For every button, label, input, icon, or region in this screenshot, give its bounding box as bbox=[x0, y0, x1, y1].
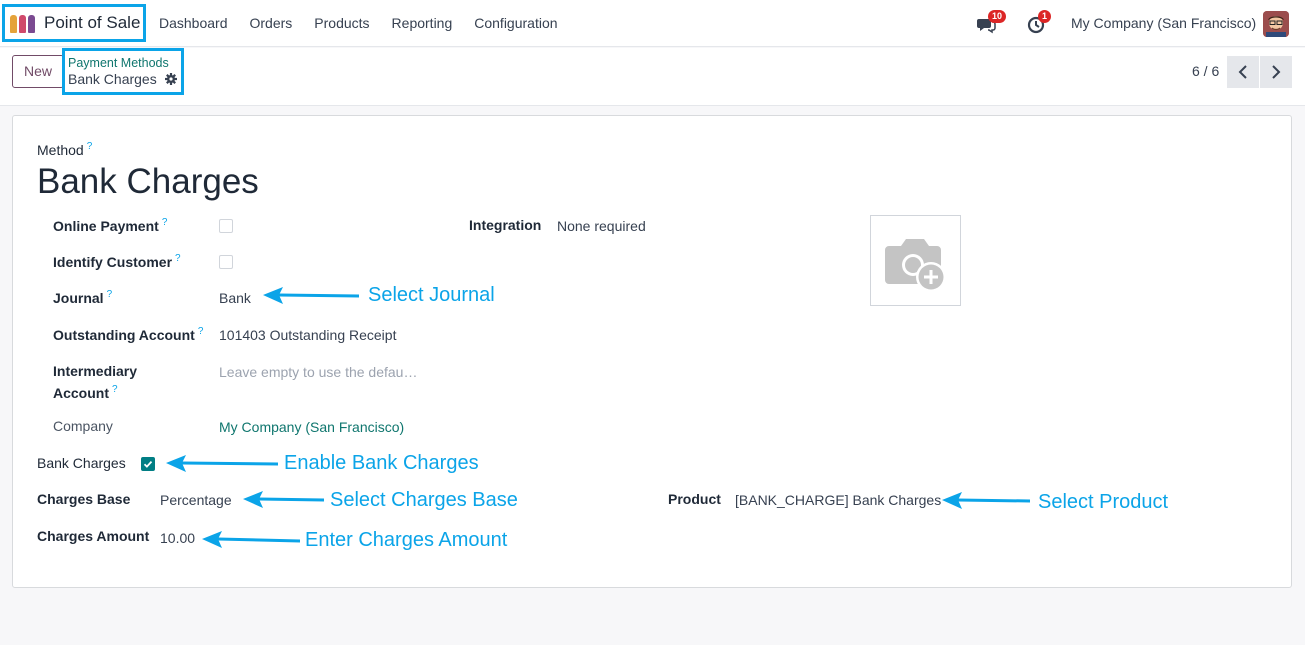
intermediary-account-label-line1: Intermediary bbox=[53, 363, 138, 379]
outstanding-account-field[interactable]: 101403 Outstanding Receipt bbox=[219, 327, 399, 343]
new-button[interactable]: New bbox=[12, 55, 64, 88]
activities-badge: 1 bbox=[1038, 10, 1052, 23]
menu-products[interactable]: Products bbox=[314, 15, 369, 31]
check-icon bbox=[143, 460, 153, 468]
messages-button[interactable]: 10 bbox=[976, 10, 1010, 38]
journal-field[interactable]: Bank bbox=[219, 290, 251, 306]
user-avatar[interactable] bbox=[1263, 11, 1289, 37]
pager-value[interactable]: 6 / 6 bbox=[1192, 63, 1219, 79]
chevron-left-icon bbox=[1238, 65, 1247, 79]
app-title: Point of Sale bbox=[44, 13, 141, 32]
company-field[interactable]: My Company (San Francisco) bbox=[219, 419, 404, 435]
menu-reporting[interactable]: Reporting bbox=[392, 15, 453, 31]
company-label: Company bbox=[53, 418, 113, 434]
app-brand[interactable]: Point of Sale bbox=[2, 4, 146, 42]
menu-orders[interactable]: Orders bbox=[250, 15, 293, 31]
annotation-enter-charges-amount: Enter Charges Amount bbox=[305, 529, 508, 551]
control-panel: New Payment Methods Bank Charges 6 / 6 bbox=[0, 48, 1305, 106]
annotation-select-journal: Select Journal bbox=[368, 284, 495, 306]
menu-dashboard[interactable]: Dashboard bbox=[159, 15, 228, 31]
charges-amount-label: Charges Amount bbox=[37, 528, 150, 544]
integration-value: None required bbox=[557, 218, 646, 234]
identify-customer-label: Identify Customer? bbox=[53, 253, 181, 270]
arrow-charges-amount bbox=[202, 531, 300, 548]
top-navbar: Point of Sale Dashboard Orders Products … bbox=[0, 0, 1305, 47]
main-menu: Dashboard Orders Products Reporting Conf… bbox=[159, 15, 580, 31]
method-name-field[interactable]: Bank Charges bbox=[37, 162, 259, 202]
image-upload-field[interactable] bbox=[870, 215, 961, 306]
annotation-enable-bank-charges: Enable Bank Charges bbox=[284, 452, 479, 474]
pos-app-icon bbox=[10, 13, 36, 33]
outstanding-account-label: Outstanding Account? bbox=[53, 326, 204, 343]
online-payment-checkbox[interactable] bbox=[219, 219, 233, 233]
arrow-charges-base bbox=[243, 491, 324, 508]
product-field[interactable]: [BANK_CHARGE] Bank Charges bbox=[735, 492, 941, 508]
arrow-journal bbox=[263, 287, 359, 304]
integration-label: Integration bbox=[469, 217, 542, 233]
camera-add-icon bbox=[885, 239, 946, 292]
product-label: Product bbox=[668, 491, 721, 507]
annotation-select-product: Select Product bbox=[1038, 491, 1169, 513]
identify-customer-checkbox[interactable] bbox=[219, 255, 233, 269]
breadcrumb: Payment Methods Bank Charges bbox=[62, 48, 184, 95]
bank-charges-label: Bank Charges bbox=[37, 455, 126, 471]
journal-label: Journal? bbox=[53, 289, 113, 306]
breadcrumb-payment-methods[interactable]: Payment Methods bbox=[68, 56, 181, 70]
pager-previous-button[interactable] bbox=[1227, 56, 1259, 88]
online-payment-label: Online Payment? bbox=[53, 217, 168, 234]
pager-next-button[interactable] bbox=[1260, 56, 1292, 88]
breadcrumb-current: Bank Charges bbox=[68, 71, 157, 87]
company-switcher[interactable]: My Company (San Francisco) bbox=[1071, 15, 1256, 31]
form-sheet: Method? Bank Charges Online Payment? Ide… bbox=[12, 115, 1292, 588]
activities-button[interactable]: 1 bbox=[1027, 10, 1057, 38]
menu-configuration[interactable]: Configuration bbox=[474, 15, 557, 31]
annotation-select-charges-base: Select Charges Base bbox=[330, 489, 518, 511]
intermediary-account-label-line2: Account? bbox=[53, 384, 118, 401]
charges-base-field[interactable]: Percentage bbox=[160, 492, 232, 508]
bank-charges-checkbox[interactable] bbox=[141, 457, 155, 471]
arrow-bank-charges bbox=[166, 455, 278, 472]
charges-amount-field[interactable]: 10.00 bbox=[160, 530, 195, 546]
arrow-product bbox=[942, 492, 1030, 509]
chevron-right-icon bbox=[1272, 65, 1281, 79]
charges-base-label: Charges Base bbox=[37, 491, 131, 507]
intermediary-account-field[interactable]: Leave empty to use the defau… bbox=[219, 364, 417, 380]
method-label: Method? bbox=[37, 141, 93, 158]
gear-icon[interactable] bbox=[164, 73, 177, 85]
messages-badge: 10 bbox=[988, 10, 1007, 23]
